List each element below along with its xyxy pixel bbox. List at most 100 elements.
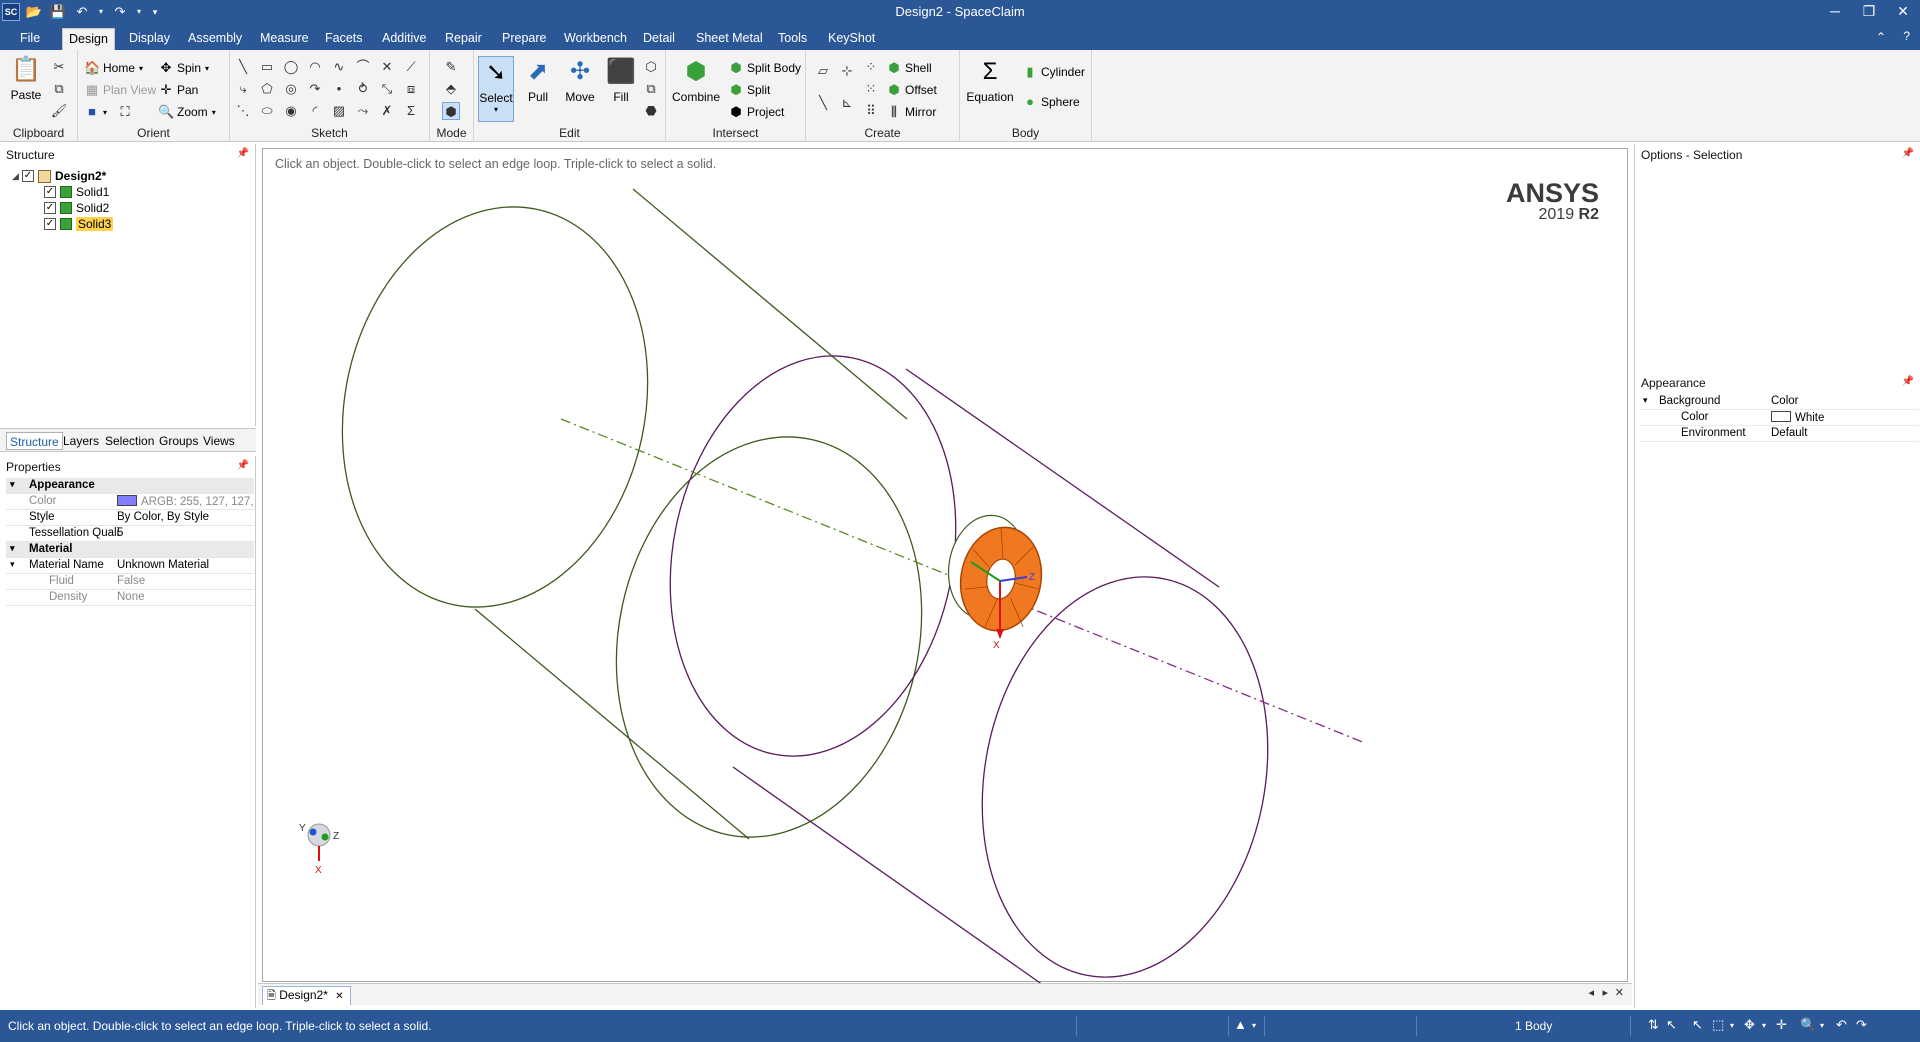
ellipse-icon[interactable]: ⬭ xyxy=(258,102,276,120)
root-checkbox[interactable]: ✓ xyxy=(22,170,34,182)
sketch-mode-icon[interactable]: ✎ xyxy=(442,58,460,76)
linear-pattern-icon[interactable]: ⁘ xyxy=(862,58,880,76)
zoom-status-icon[interactable]: 🔍 xyxy=(1800,1017,1816,1033)
polygon-icon[interactable]: ⬠ xyxy=(258,80,276,98)
density-property[interactable]: Density None xyxy=(6,590,254,606)
circle-icon[interactable]: ◯ xyxy=(282,58,300,76)
tab-design[interactable]: Design xyxy=(62,28,115,50)
cut-icon[interactable]: ✂ xyxy=(50,58,68,76)
color-property[interactable]: Color ARGB: 255, 127, 127, 2 xyxy=(6,494,254,510)
style-property[interactable]: Style By Color, By Style xyxy=(6,510,254,526)
restore-button[interactable]: ❐ xyxy=(1852,0,1886,24)
document-tab[interactable]: 🗎 Design2* ✕ xyxy=(262,986,351,1005)
tab-facets[interactable]: Facets xyxy=(319,28,369,50)
pointer-icon[interactable]: ↖ xyxy=(1692,1017,1703,1033)
outer-cylinder[interactable] xyxy=(306,178,957,866)
background-property[interactable]: ▾ Background Color xyxy=(1639,394,1919,410)
paste-button[interactable]: 📋 Paste xyxy=(6,54,46,102)
color-value[interactable]: ARGB: 255, 127, 127, 2 xyxy=(117,495,254,508)
select-button[interactable]: ➘ Select ▾ xyxy=(478,56,514,122)
project-curve-icon[interactable]: ⧈ xyxy=(402,80,420,98)
collapse-icon[interactable]: ▾ xyxy=(1643,395,1648,406)
close-tab-icon[interactable]: ✕ xyxy=(335,991,343,1002)
material-category[interactable]: ▾ Material xyxy=(6,542,254,558)
tangent-arc-icon[interactable]: ⤷ xyxy=(234,80,252,98)
bg-color-value[interactable]: White xyxy=(1771,411,1824,424)
next-view-icon[interactable]: ↷ xyxy=(1856,1017,1867,1033)
select-mode-icon[interactable]: ↖ xyxy=(1666,1017,1677,1033)
blend-icon[interactable]: ⬡ xyxy=(642,58,660,76)
tree-item-solid2[interactable]: ✓ Solid2 xyxy=(44,200,109,216)
fluid-property[interactable]: Fluid False xyxy=(6,574,254,590)
model-scene[interactable]: X Z X Y Z xyxy=(263,149,1629,983)
tab-structure[interactable]: Structure xyxy=(6,432,63,450)
inner-cylinder[interactable] xyxy=(637,331,1301,983)
help-icon[interactable]: ? xyxy=(1903,29,1910,43)
tab-assembly[interactable]: Assembly xyxy=(182,28,248,50)
bend-icon[interactable]: ⤡ xyxy=(378,80,396,98)
tessellation-property[interactable]: Tessellation Quali 5 xyxy=(6,526,254,542)
tab-measure[interactable]: Measure xyxy=(254,28,315,50)
view-cube-button[interactable]: ■ ▾ ⛶ xyxy=(84,102,136,122)
tree-item-solid3[interactable]: ✓ Solid3 xyxy=(44,216,114,232)
tab-workbench[interactable]: Workbench xyxy=(558,28,633,50)
sweep-arc-icon[interactable]: ↷ xyxy=(306,80,324,98)
close-button[interactable]: ✕ xyxy=(1886,0,1920,24)
background-value[interactable]: Color xyxy=(1771,395,1798,407)
rectangle-icon[interactable]: ▭ xyxy=(258,58,276,76)
move-button[interactable]: ✣ Move xyxy=(560,56,600,104)
line-icon[interactable]: ╲ xyxy=(234,58,252,76)
tree-item-solid1[interactable]: ✓ Solid1 xyxy=(44,184,109,200)
fill-button[interactable]: ⬛ Fill xyxy=(604,56,638,104)
project-button[interactable]: ⬢ Project xyxy=(728,102,784,122)
trim-icon[interactable]: ✕ xyxy=(378,58,396,76)
tab-scroll-left-icon[interactable]: ◂ xyxy=(1588,986,1594,999)
collapse-icon[interactable]: ▾ xyxy=(10,543,15,554)
axis-icon[interactable]: ╲ xyxy=(814,94,832,112)
move-handle-x-arrow[interactable] xyxy=(996,629,1004,639)
tab-additive[interactable]: Additive xyxy=(376,28,432,50)
box-select-icon[interactable]: ⬚ xyxy=(1712,1017,1724,1033)
tab-layers[interactable]: Layers xyxy=(60,432,102,450)
equation-button[interactable]: Σ Equation xyxy=(964,56,1016,104)
circular-pattern-icon[interactable]: ⁙ xyxy=(862,80,880,98)
offset-curve-icon[interactable]: ⥁ xyxy=(354,80,372,98)
pin-icon[interactable]: 📌 xyxy=(237,148,249,159)
pin-icon[interactable]: 📌 xyxy=(1902,376,1914,387)
split-body-button[interactable]: ⬢ Split Body xyxy=(728,58,801,78)
style-value[interactable]: By Color, By Style xyxy=(117,511,254,523)
slot-icon[interactable]: ◉ xyxy=(282,102,300,120)
pull-button[interactable]: ⬈ Pull xyxy=(520,56,556,104)
point-icon[interactable]: • xyxy=(330,80,348,98)
tangent-line-icon[interactable]: ⟋ xyxy=(402,58,420,76)
warning-triangle-icon[interactable]: ▲ xyxy=(1234,1017,1247,1032)
spin-status-icon[interactable]: ✥ xyxy=(1744,1017,1755,1033)
tab-selection[interactable]: Selection xyxy=(102,432,157,450)
outer-cylinder-front-face[interactable] xyxy=(580,408,957,866)
tweak-face-icon[interactable]: ⬣ xyxy=(642,102,660,120)
tab-views[interactable]: Views xyxy=(200,432,238,450)
three-point-arc-icon[interactable]: ◜ xyxy=(306,102,324,120)
graphics-viewport[interactable]: X Z X Y Z Click an object. Double-click … xyxy=(262,148,1629,983)
box-select-dropdown-icon[interactable]: ▾ xyxy=(1730,1021,1734,1030)
tab-detail[interactable]: Detail xyxy=(637,28,681,50)
pan-button[interactable]: ✛ Pan xyxy=(158,80,199,100)
solid2-checkbox[interactable]: ✓ xyxy=(44,202,56,214)
tessellation-value[interactable]: 5 xyxy=(117,527,254,539)
face-curve-icon[interactable]: ▨ xyxy=(330,102,348,120)
split-button[interactable]: ⬢ Split xyxy=(728,80,770,100)
environment-value[interactable]: Default xyxy=(1771,427,1807,439)
origin-icon[interactable]: ⊹ xyxy=(838,62,856,80)
coordinate-system-icon[interactable]: ⊾ xyxy=(838,94,856,112)
spin-dropdown-icon[interactable]: ▾ xyxy=(1762,1021,1766,1030)
minimize-button[interactable]: ─ xyxy=(1818,0,1852,24)
solid1-checkbox[interactable]: ✓ xyxy=(44,186,56,198)
spin-button[interactable]: ✥ Spin ▾ xyxy=(158,58,210,78)
tab-file[interactable]: File xyxy=(14,28,46,50)
zoom-button[interactable]: 🔍 Zoom ▾ xyxy=(158,102,216,122)
split-curve-icon[interactable]: ✗ xyxy=(378,102,396,120)
zoom-dropdown-icon[interactable]: ▾ xyxy=(1820,1021,1824,1030)
tab-groups[interactable]: Groups xyxy=(156,432,201,450)
tab-sheet-metal[interactable]: Sheet Metal xyxy=(690,28,769,50)
orientation-triad[interactable]: X Y Z xyxy=(299,823,339,876)
